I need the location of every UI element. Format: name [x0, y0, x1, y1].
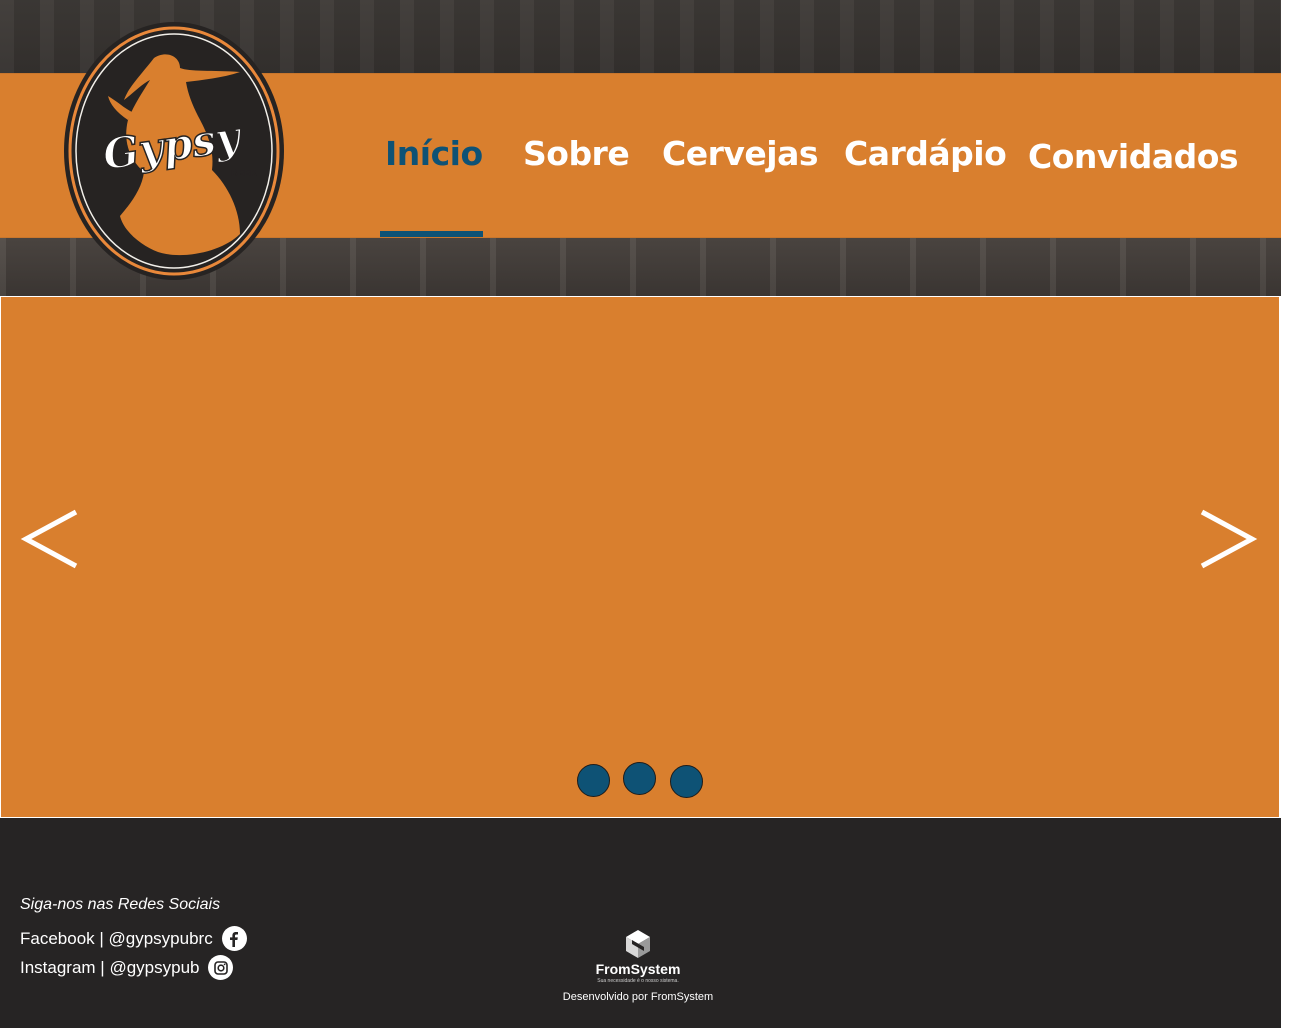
nav-item-sobre[interactable]: Sobre [523, 134, 630, 173]
social-heading: Siga-nos nas Redes Sociais [20, 896, 221, 913]
facebook-icon [221, 926, 247, 951]
nav-item-convidados[interactable]: Convidados [1028, 137, 1239, 176]
active-nav-indicator [380, 231, 483, 237]
slider-dot-2[interactable] [623, 762, 656, 795]
developer-credit[interactable]: Desenvolvido por FromSystem [540, 991, 736, 1003]
fromsystem-logo-icon [626, 930, 650, 958]
nav-item-inicio[interactable]: Início [385, 134, 483, 173]
slider-dot-1[interactable] [577, 764, 610, 797]
facebook-link[interactable]: Facebook | @gypsypubrc [20, 926, 247, 951]
developer-brand-name: FromSystem [595, 961, 681, 977]
chevron-left-icon [20, 509, 78, 569]
page: Gypsy BEER Início Sobre Cervejas Cardápi… [0, 0, 1281, 1028]
logo-subtext: BEER [231, 169, 257, 179]
instagram-icon [208, 955, 234, 980]
slider-prev-button[interactable]: < [20, 494, 86, 584]
chevron-right-icon [1200, 509, 1258, 569]
nav-item-cervejas[interactable]: Cervejas [662, 134, 819, 173]
slider-next-button[interactable]: > [1196, 494, 1262, 584]
instagram-handle: Instagram | @gypsypub [20, 957, 200, 977]
gypsy-beer-logo[interactable]: Gypsy BEER [62, 20, 286, 282]
facebook-handle: Facebook | @gypsypubrc [20, 928, 213, 948]
image-slider [1, 297, 1279, 817]
slider-dot-3[interactable] [670, 765, 703, 798]
nav-item-cardapio[interactable]: Cardápio [844, 134, 1007, 173]
instagram-link[interactable]: Instagram | @gypsypub [20, 955, 234, 980]
developer-tagline: Sua necessidade é o nosso sistema. [597, 978, 679, 984]
